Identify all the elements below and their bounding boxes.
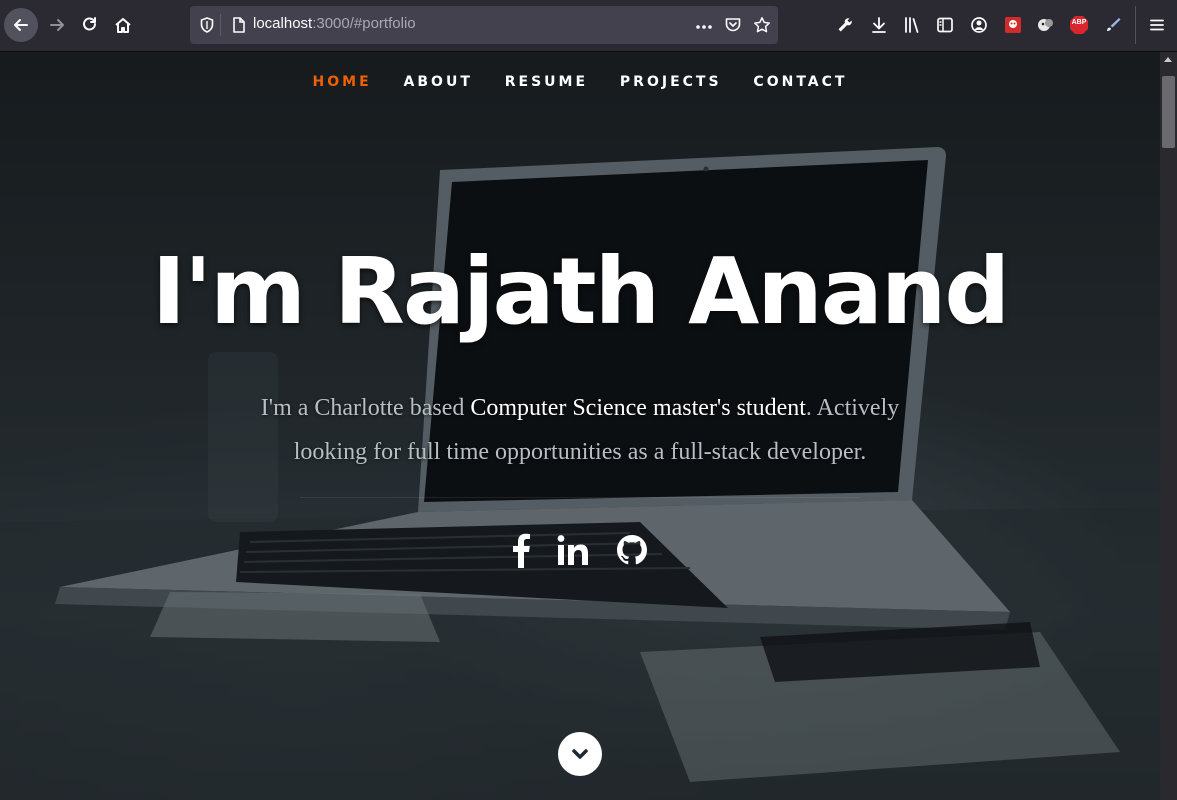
brush-extension-icon[interactable]	[1101, 13, 1125, 37]
scrollbar-thumb[interactable]	[1162, 76, 1175, 148]
page-viewport: HOME ABOUT RESUME PROJECTS CONTACT I'm R…	[0, 52, 1160, 800]
forward-button[interactable]	[40, 8, 74, 42]
nav-about[interactable]: ABOUT	[404, 74, 473, 90]
facebook-icon	[513, 533, 530, 568]
download-icon[interactable]	[867, 13, 891, 37]
reload-icon	[83, 17, 96, 31]
ellipsis-icon[interactable]	[695, 18, 713, 36]
github-link[interactable]	[614, 530, 650, 570]
scroll-up-arrow-icon[interactable]	[1164, 57, 1172, 62]
url-host: localhost	[253, 15, 313, 32]
shield-icon[interactable]	[198, 16, 216, 34]
facebook-link[interactable]	[506, 530, 536, 570]
hero-divider	[300, 497, 860, 498]
library-icon[interactable]	[900, 13, 924, 37]
back-button[interactable]	[4, 8, 38, 42]
account-icon[interactable]	[967, 13, 991, 37]
hamburger-menu-icon[interactable]	[1145, 13, 1169, 37]
sidebar-icon[interactable]	[933, 13, 957, 37]
nav-resume[interactable]: RESUME	[505, 74, 588, 90]
page-icon	[230, 16, 248, 34]
main-nav: HOME ABOUT RESUME PROJECTS CONTACT	[0, 74, 1160, 90]
nav-contact[interactable]: CONTACT	[753, 74, 847, 90]
address-bar[interactable]: localhost:3000/#portfolio	[190, 6, 778, 44]
hero-headline: I'm Rajath Anand	[151, 238, 1010, 345]
toolbar-separator	[1135, 6, 1136, 44]
page-scrollbar[interactable]	[1160, 52, 1177, 800]
linkedin-link[interactable]	[555, 530, 591, 570]
arrow-right-icon	[50, 19, 64, 31]
urlbar-divider	[220, 14, 221, 36]
linkedin-icon	[557, 535, 588, 565]
adblock-plus-icon[interactable]: ABP	[1067, 13, 1091, 37]
nav-home[interactable]: HOME	[313, 74, 372, 90]
wrench-icon[interactable]	[833, 13, 857, 37]
github-icon	[617, 535, 647, 565]
url-text[interactable]: localhost:3000/#portfolio	[253, 15, 416, 32]
extension-ghost-icon[interactable]	[1034, 13, 1058, 37]
nav-projects[interactable]: PROJECTS	[620, 74, 722, 90]
extension-red-icon[interactable]	[1001, 13, 1025, 37]
pocket-icon[interactable]	[724, 16, 742, 34]
home-icon	[115, 18, 131, 33]
browser-toolbar: localhost:3000/#portfolio ABP	[0, 0, 1177, 52]
home-button[interactable]	[106, 8, 140, 42]
url-path: :3000/#portfolio	[312, 15, 416, 32]
scroll-down-button[interactable]	[558, 732, 602, 776]
abp-label: ABP	[1071, 19, 1087, 26]
arrow-left-icon	[14, 19, 28, 31]
intro-before: I'm a Charlotte based	[260, 395, 471, 421]
bookmark-star-icon[interactable]	[753, 16, 771, 34]
reload-button[interactable]	[73, 8, 107, 42]
intro-highlight: Computer Science master's student	[470, 395, 806, 421]
hero-intro: I'm a Charlotte based Computer Science m…	[240, 386, 920, 474]
chevron-down-icon	[572, 749, 588, 759]
